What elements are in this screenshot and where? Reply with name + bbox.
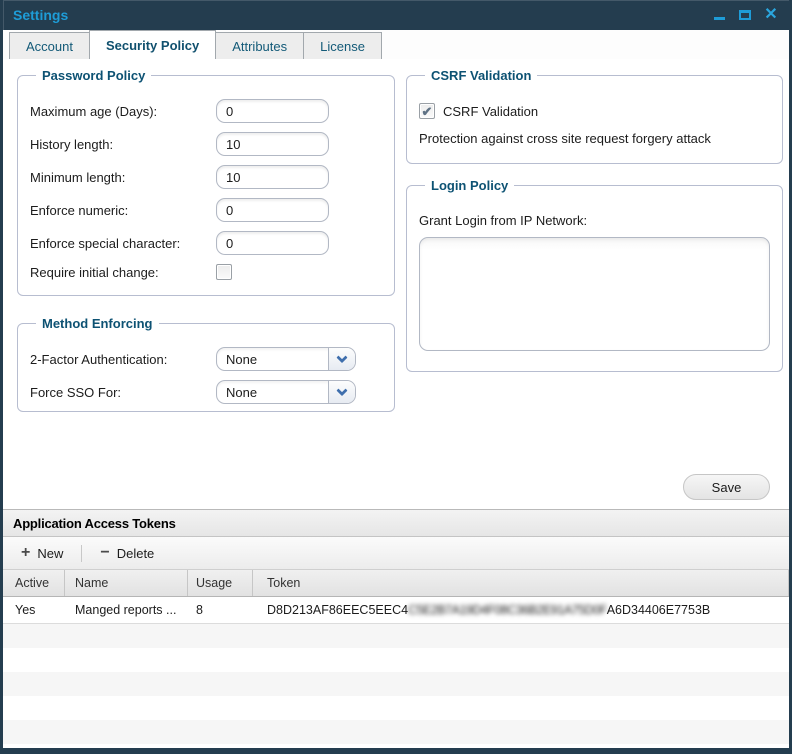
toolbar-separator: [81, 545, 82, 562]
delete-button-label: Delete: [117, 546, 155, 561]
token-usage-cell: 8: [188, 597, 253, 623]
method-enforcing-legend: Method Enforcing: [36, 316, 159, 331]
save-row: Save: [683, 474, 770, 500]
maximize-icon: [739, 10, 751, 20]
right-column: CSRF Validation ✔ CSRF Validation Protec…: [395, 59, 789, 509]
tokens-panel-header: Application Access Tokens: [3, 509, 789, 537]
force-sso-label: Force SSO For:: [30, 385, 216, 400]
save-button[interactable]: Save: [683, 474, 770, 500]
csrf-description: Protection against cross site request fo…: [419, 131, 770, 146]
tab-attributes[interactable]: Attributes: [215, 32, 304, 59]
two-factor-select[interactable]: None: [216, 347, 356, 371]
min-length-input[interactable]: [216, 165, 329, 189]
tokens-table-header: Active Name Usage Token: [3, 570, 789, 597]
field-row: Minimum length:: [30, 165, 382, 189]
field-row: History length:: [30, 132, 382, 156]
close-button[interactable]: ✕: [763, 7, 779, 23]
enforce-numeric-input[interactable]: [216, 198, 329, 222]
close-icon: ✕: [764, 7, 777, 23]
tokens-toolbar: + New − Delete: [3, 537, 789, 570]
tab-label: Account: [26, 39, 73, 54]
min-length-label: Minimum length:: [30, 170, 216, 185]
max-age-input[interactable]: [216, 99, 329, 123]
dropdown-button: [328, 381, 355, 403]
password-policy-group: Password Policy Maximum age (Days): Hist…: [17, 68, 395, 296]
minus-icon: −: [100, 545, 109, 561]
token-obscured-middle: C5E2B7A19D4F08C36B2E91A75D0F: [408, 603, 607, 617]
csrf-checkbox-row: ✔ CSRF Validation: [419, 103, 770, 119]
column-header-active[interactable]: Active: [3, 570, 65, 596]
require-initial-change-checkbox[interactable]: [216, 264, 232, 280]
require-initial-change-label: Require initial change:: [30, 265, 216, 280]
grant-login-textarea[interactable]: [419, 237, 770, 351]
column-header-name[interactable]: Name: [65, 570, 188, 596]
security-policy-panel: Password Policy Maximum age (Days): Hist…: [3, 59, 789, 509]
titlebar: Settings ✕: [3, 0, 789, 30]
field-row: Require initial change:: [30, 264, 382, 280]
csrf-checkbox-label: CSRF Validation: [443, 104, 538, 119]
token-suffix: A6D34406E7753B: [607, 603, 711, 617]
field-row: Force SSO For: None: [30, 380, 382, 404]
tab-label: Security Policy: [106, 38, 199, 53]
tab-account[interactable]: Account: [9, 32, 90, 59]
tab-security-policy[interactable]: Security Policy: [89, 30, 216, 59]
enforce-numeric-label: Enforce numeric:: [30, 203, 216, 218]
login-policy-legend: Login Policy: [425, 178, 514, 193]
tab-license[interactable]: License: [303, 32, 382, 59]
login-policy-group: Login Policy Grant Login from IP Network…: [406, 178, 783, 372]
token-value-cell: D8D213AF86EEC5EEC4C5E2B7A19D4F08C36B2E91…: [253, 597, 789, 623]
column-header-token[interactable]: Token: [253, 570, 789, 596]
csrf-validation-checkbox[interactable]: ✔: [419, 103, 435, 119]
csrf-validation-legend: CSRF Validation: [425, 68, 537, 83]
field-row: 2-Factor Authentication: None: [30, 347, 382, 371]
token-name-cell: Manged reports ...: [65, 597, 188, 623]
force-sso-selected-value: None: [217, 381, 328, 403]
new-button-label: New: [37, 546, 63, 561]
two-factor-selected-value: None: [217, 348, 328, 370]
field-row: Maximum age (Days):: [30, 99, 382, 123]
window-title: Settings: [13, 7, 68, 23]
minimize-button[interactable]: [711, 7, 727, 23]
settings-window: Settings ✕ Account Security Policy Attri…: [0, 0, 792, 754]
grant-login-label: Grant Login from IP Network:: [419, 213, 770, 228]
plus-icon: +: [21, 545, 30, 561]
left-column: Password Policy Maximum age (Days): Hist…: [3, 59, 395, 509]
token-prefix: D8D213AF86EEC5EEC4: [267, 603, 408, 617]
minimize-icon: [714, 17, 725, 20]
enforce-special-label: Enforce special character:: [30, 236, 216, 251]
tab-label: License: [320, 39, 365, 54]
column-header-usage[interactable]: Usage: [188, 570, 253, 596]
force-sso-select[interactable]: None: [216, 380, 356, 404]
max-age-label: Maximum age (Days):: [30, 104, 216, 119]
two-factor-label: 2-Factor Authentication:: [30, 352, 216, 367]
chevron-down-icon: [336, 385, 347, 396]
enforce-special-input[interactable]: [216, 231, 329, 255]
history-length-label: History length:: [30, 137, 216, 152]
field-row: Enforce special character:: [30, 231, 382, 255]
csrf-validation-group: CSRF Validation ✔ CSRF Validation Protec…: [406, 68, 783, 164]
empty-rows-area: [3, 624, 789, 748]
token-table-row[interactable]: Yes Manged reports ... 8 D8D213AF86EEC5E…: [3, 597, 789, 624]
tab-bar: Account Security Policy Attributes Licen…: [3, 30, 789, 59]
tokens-table: Active Name Usage Token Yes Manged repor…: [3, 570, 789, 748]
token-active-cell: Yes: [3, 597, 65, 623]
dropdown-button: [328, 348, 355, 370]
tab-label: Attributes: [232, 39, 287, 54]
maximize-button[interactable]: [737, 7, 753, 23]
field-row: Enforce numeric:: [30, 198, 382, 222]
password-policy-legend: Password Policy: [36, 68, 151, 83]
method-enforcing-group: Method Enforcing 2-Factor Authentication…: [17, 316, 395, 412]
tokens-panel-title: Application Access Tokens: [13, 516, 176, 531]
check-icon: ✔: [422, 105, 433, 118]
history-length-input[interactable]: [216, 132, 329, 156]
delete-token-button[interactable]: − Delete: [92, 542, 162, 564]
chevron-down-icon: [336, 352, 347, 363]
new-token-button[interactable]: + New: [13, 542, 71, 564]
window-controls: ✕: [711, 7, 779, 23]
